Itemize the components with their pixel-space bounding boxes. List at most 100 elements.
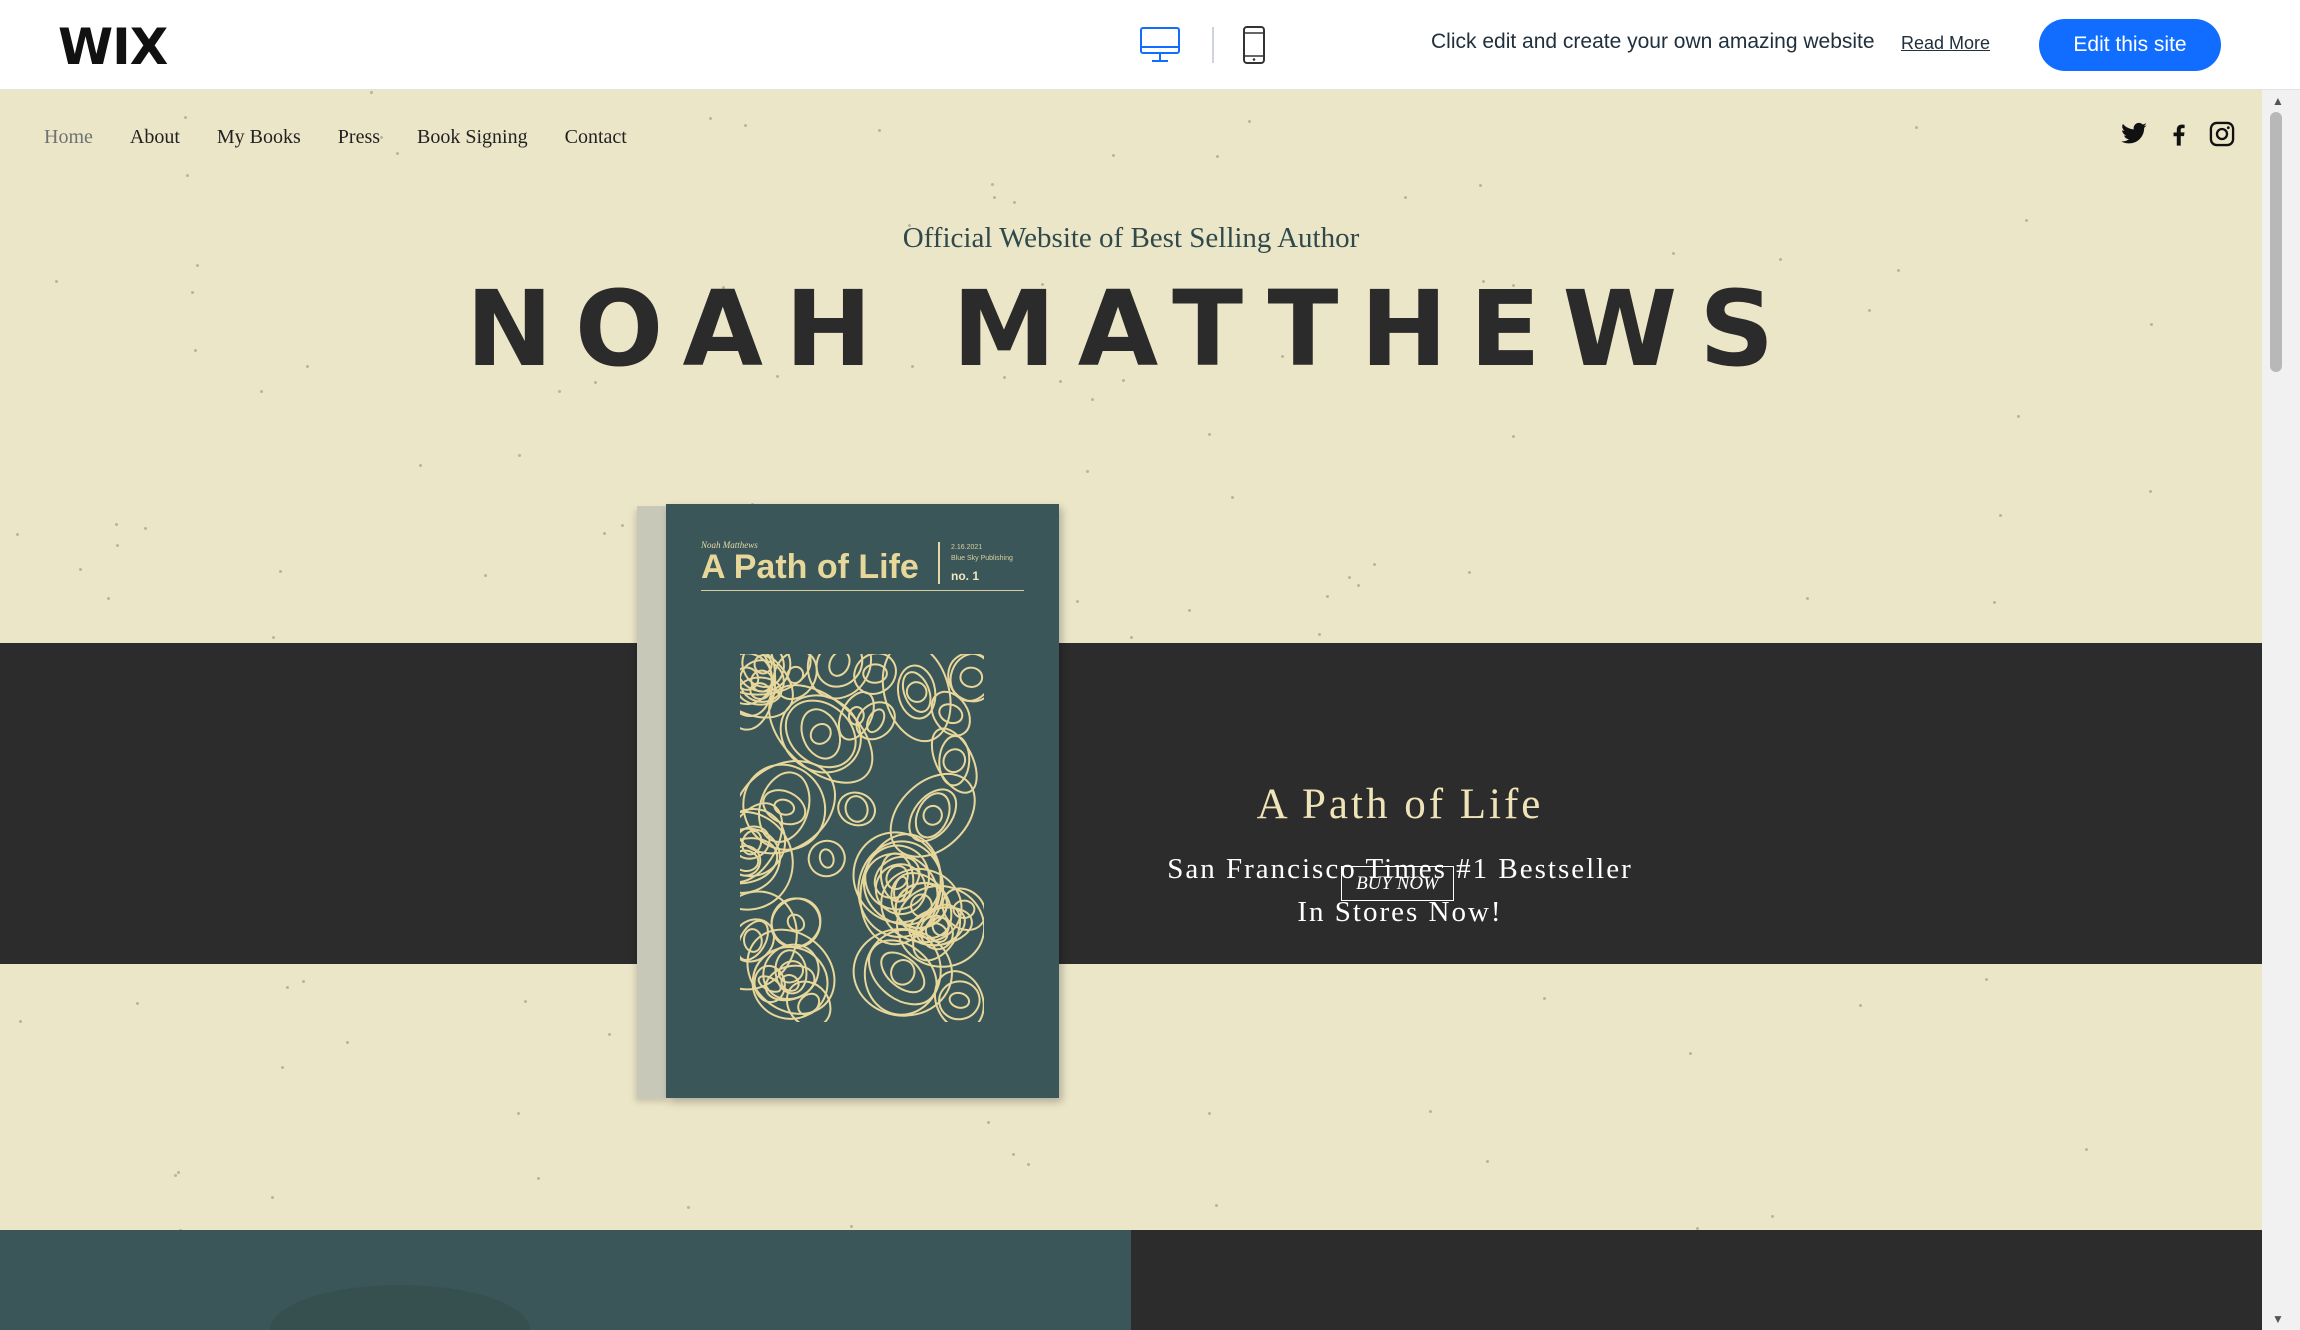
topo-contour [959, 666, 984, 688]
texture-speck [1511, 435, 1515, 439]
texture-speck [1188, 608, 1192, 612]
book-cover: Noah Matthews A Path of Life 2.16.2021 B… [666, 504, 1059, 1098]
section-dark-panel [1131, 1230, 2262, 1330]
cover-date: 2.16.2021 [951, 544, 983, 551]
texture-speck [523, 1000, 527, 1004]
instagram-link[interactable] [2208, 120, 2236, 148]
texture-speck [1075, 600, 1079, 604]
texture-speck [107, 597, 111, 601]
texture-speck [743, 123, 747, 127]
topo-contour [844, 795, 869, 823]
texture-speck [877, 129, 881, 133]
topo-contour [837, 791, 876, 827]
texture-speck [19, 1020, 22, 1024]
scroll-up-arrow-icon[interactable]: ▲ [2272, 94, 2284, 108]
topo-contour [786, 665, 805, 685]
texture-speck [186, 174, 190, 178]
texture-speck [621, 523, 625, 527]
texture-speck [1356, 584, 1360, 588]
facebook-link[interactable] [2165, 120, 2193, 148]
twitter-link[interactable] [2120, 120, 2148, 148]
desktop-icon [1140, 27, 1180, 62]
desktop-view-button[interactable] [1138, 24, 1182, 66]
promo-text: Click edit and create your own amazing w… [1431, 30, 1875, 53]
texture-speck [1326, 595, 1330, 599]
texture-speck [1688, 1052, 1692, 1056]
texture-speck [850, 1224, 853, 1228]
texture-speck [1207, 433, 1211, 437]
cover-divider [938, 542, 940, 584]
texture-speck [1090, 398, 1094, 402]
texture-speck [1086, 469, 1090, 473]
texture-speck [1013, 200, 1017, 204]
texture-speck [301, 980, 305, 984]
topo-contour [938, 980, 981, 1021]
texture-speck [602, 532, 606, 536]
edit-site-button[interactable]: Edit this site [2039, 19, 2221, 71]
section-teal-panel [0, 1230, 1131, 1330]
topographic-pattern [740, 654, 984, 1022]
scroll-down-arrow-icon[interactable]: ▼ [2272, 1312, 2284, 1326]
texture-speck [992, 196, 996, 200]
texture-speck [1771, 1215, 1775, 1219]
facebook-icon [2173, 124, 2185, 146]
device-separator [1212, 27, 1214, 63]
texture-speck [271, 636, 275, 640]
texture-speck [1479, 184, 1483, 188]
site-subtitle: Official Website of Best Selling Author [902, 222, 1360, 254]
read-more-link[interactable]: Read More [1901, 33, 1990, 54]
instagram-icon [2209, 121, 2235, 147]
scrollbar-thumb[interactable] [2270, 112, 2282, 372]
cover-artwork [740, 654, 984, 1022]
texture-speck [1348, 576, 1352, 580]
topo-contour [948, 991, 971, 1009]
cover-number: no. 1 [951, 569, 980, 583]
texture-speck [1404, 196, 1407, 200]
texture-speck [990, 182, 994, 186]
nav-item-book-signing[interactable]: Book Signing [417, 126, 528, 149]
nav-item-about[interactable]: About [130, 126, 180, 149]
topo-contour [914, 792, 951, 839]
texture-speck [687, 1206, 691, 1210]
cover-title: A Path of Life [701, 548, 919, 586]
texture-speck [278, 569, 282, 573]
buy-now-button[interactable]: BUY NOW [1341, 866, 1454, 901]
topo-contour [740, 890, 798, 991]
nav-item-contact[interactable]: Contact [565, 126, 627, 149]
texture-speck [518, 454, 522, 458]
nav-item-home[interactable]: Home [44, 126, 93, 149]
cover-rule [701, 590, 1024, 591]
hero-title: A Path of Life [1256, 781, 1544, 828]
texture-speck [987, 1121, 991, 1125]
texture-speck [286, 986, 290, 990]
author-name: NOAH MATTHEWS [465, 268, 1797, 390]
texture-speck [1026, 1162, 1030, 1166]
texture-speck [517, 1111, 521, 1115]
book-spine [637, 506, 669, 1098]
texture-speck [1993, 601, 1997, 605]
texture-speck [1214, 1204, 1218, 1208]
texture-speck [1805, 596, 1809, 600]
texture-speck [345, 1040, 349, 1044]
wix-top-bar: WIX Click edit and create your own amazi… [0, 0, 2300, 90]
texture-speck [195, 264, 199, 268]
texture-speck [1012, 1152, 1016, 1156]
nav-item-my-books[interactable]: My Books [217, 126, 301, 149]
cover-publisher: Blue Sky Publishing [951, 555, 1013, 562]
texture-speck [708, 116, 712, 120]
book-image[interactable]: Noah Matthews A Path of Life 2.16.2021 B… [637, 504, 1059, 1098]
wix-logo[interactable]: WIX [58, 18, 168, 76]
texture-speck [1130, 636, 1133, 640]
site-page: Home About My Books Press Book Signing C… [0, 90, 2262, 1330]
texture-speck [184, 115, 188, 119]
texture-speck [608, 1032, 612, 1036]
topo-contour [866, 708, 886, 734]
texture-speck [419, 463, 423, 467]
mobile-view-button[interactable] [1232, 24, 1276, 66]
texture-speck [79, 568, 83, 572]
texture-speck [1985, 977, 1989, 981]
texture-speck [173, 1173, 177, 1177]
nav-item-press[interactable]: Press [338, 126, 380, 149]
texture-speck [116, 543, 120, 547]
topo-contour [922, 804, 943, 826]
